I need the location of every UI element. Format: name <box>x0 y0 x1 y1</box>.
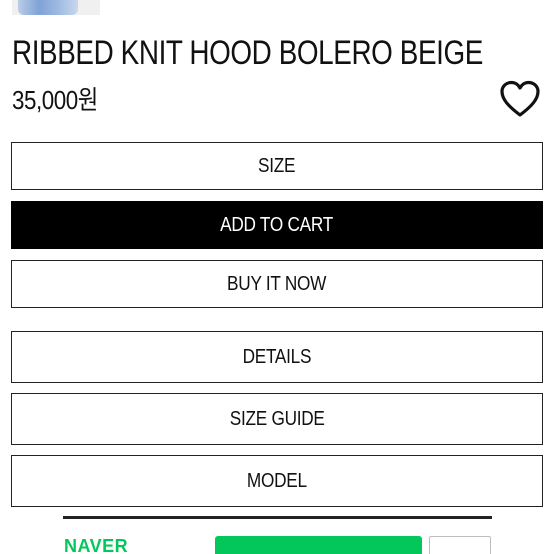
size-guide-button[interactable]: SIZE GUIDE <box>11 393 543 445</box>
size-select-button[interactable]: SIZE <box>11 142 543 190</box>
details-label: DETAILS <box>242 345 312 368</box>
wishlist-button[interactable] <box>498 79 542 119</box>
product-title: RIBBED KNIT HOOD BOLERO BEIGE <box>12 34 483 72</box>
naver-pay-divider <box>63 516 492 519</box>
size-guide-label: SIZE GUIDE <box>229 407 325 430</box>
add-to-cart-label: ADD TO CART <box>220 213 334 236</box>
heart-icon <box>500 80 540 117</box>
naver-pay-wish-button[interactable] <box>429 536 491 554</box>
naver-pay-logo: NAVER <box>64 536 129 554</box>
model-button[interactable]: MODEL <box>11 455 543 507</box>
product-price: 35,000원 <box>12 85 98 115</box>
product-image <box>18 0 78 15</box>
naver-pay-buy-button[interactable] <box>215 536 422 554</box>
size-select-label: SIZE <box>258 154 296 177</box>
details-button[interactable]: DETAILS <box>11 331 543 383</box>
add-to-cart-button[interactable]: ADD TO CART <box>11 201 543 249</box>
model-label: MODEL <box>247 469 307 492</box>
product-thumbnail[interactable] <box>12 0 100 15</box>
product-page: RIBBED KNIT HOOD BOLERO BEIGE 35,000원 SI… <box>0 0 554 554</box>
buy-now-label: BUY IT NOW <box>227 272 327 295</box>
buy-now-button[interactable]: BUY IT NOW <box>11 260 543 308</box>
